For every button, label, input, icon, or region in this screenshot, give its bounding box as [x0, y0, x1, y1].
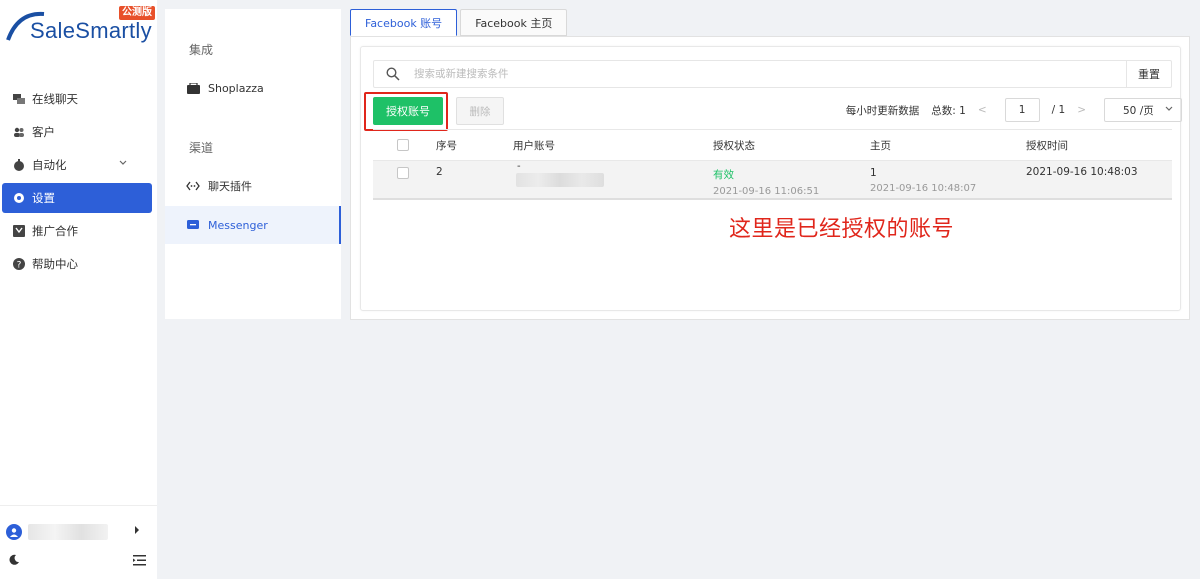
row-status: 有效 2021-09-16 11:06:51 [713, 167, 819, 197]
tab-facebook-account[interactable]: Facebook 账号 [350, 9, 458, 36]
next-page-button[interactable]: > [1077, 104, 1086, 116]
table-header: 序号 用户账号 授权状态 主页 授权时间 [373, 129, 1172, 161]
promotion-icon [13, 225, 25, 237]
nav-shoplazza[interactable]: Shoplazza [165, 69, 341, 107]
settings-icon [13, 192, 25, 204]
homepage-time: 2021-09-16 10:48:07 [870, 183, 977, 194]
account-table-card: 重置 授权账号 删除 每小时更新数据 总数: 1 < 1 / 1 > 50 /页… [360, 46, 1182, 311]
reset-button[interactable]: 重置 [1126, 61, 1171, 87]
nav-chat-plugin[interactable]: 聊天插件 [165, 167, 341, 205]
chevron-right-icon[interactable] [134, 526, 140, 534]
users-icon [13, 126, 25, 138]
row-account-prefix: - [517, 161, 521, 172]
section-channels: 渠道 [189, 141, 214, 155]
blurred-account [516, 173, 604, 187]
user-profile[interactable] [6, 522, 146, 542]
nav-messenger[interactable]: Messenger [165, 206, 341, 244]
nav-label: 推广合作 [32, 224, 78, 238]
nav-label: 聊天插件 [208, 180, 252, 193]
section-integrations: 集成 [189, 43, 214, 57]
nav-item-settings[interactable]: 设置 [2, 183, 152, 213]
header-homepage: 主页 [870, 140, 891, 152]
status-badge: 有效 [713, 169, 734, 181]
dark-mode-icon[interactable] [8, 554, 20, 566]
page-size-select[interactable]: 50 /页 [1104, 98, 1182, 122]
code-icon [186, 180, 200, 192]
page-size-value: 50 /页 [1123, 104, 1154, 117]
header-status: 授权状态 [713, 140, 755, 152]
sidebar: SaleSmartly 公测版 在线聊天 客户 自动化 设置 推广合作 ? 帮助… [0, 0, 157, 579]
svg-text:?: ? [17, 261, 22, 271]
search-icon [386, 67, 400, 81]
prev-page-button[interactable]: < [978, 104, 987, 116]
toolbar: 授权账号 删除 每小时更新数据 总数: 1 < 1 / 1 > 50 /页 [361, 89, 1182, 131]
select-all-checkbox[interactable] [397, 139, 409, 151]
homepage-count: 1 [870, 167, 877, 179]
tab-facebook-homepage[interactable]: Facebook 主页 [460, 9, 568, 36]
nav-label: 客户 [32, 125, 55, 139]
main-panel: 重置 授权账号 删除 每小时更新数据 总数: 1 < 1 / 1 > 50 /页… [350, 36, 1190, 320]
delete-button[interactable]: 删除 [456, 97, 504, 125]
page-total: / 1 [1051, 104, 1066, 116]
row-index: 2 [436, 166, 443, 178]
automation-icon [13, 159, 25, 171]
settings-nav-panel: 集成 Shoplazza 渠道 聊天插件 Messenger [165, 9, 341, 319]
header-auth-time: 授权时间 [1026, 140, 1068, 152]
beta-badge: 公测版 [119, 6, 155, 20]
chevron-down-icon [1165, 106, 1173, 111]
header-account: 用户账号 [513, 140, 555, 152]
logo[interactable]: SaleSmartly 公测版 [6, 6, 156, 46]
nav-item-help[interactable]: ? 帮助中心 [0, 249, 157, 279]
brand-name: SaleSmartly [30, 18, 152, 43]
authorize-account-button[interactable]: 授权账号 [373, 97, 443, 125]
nav-label: Shoplazza [208, 81, 264, 95]
nav-item-customers[interactable]: 客户 [0, 117, 157, 147]
nav-item-chat[interactable]: 在线聊天 [0, 84, 157, 114]
avatar [6, 524, 22, 540]
search-bar: 重置 [373, 60, 1172, 88]
nav-label: 帮助中心 [32, 257, 78, 271]
nav-label: 设置 [32, 191, 55, 205]
header-index: 序号 [436, 140, 457, 152]
nav-label: 自动化 [32, 158, 67, 172]
status-time: 2021-09-16 11:06:51 [713, 186, 820, 197]
shop-icon [186, 82, 200, 94]
main-nav: 在线聊天 客户 自动化 设置 推广合作 ? 帮助中心 [0, 84, 157, 282]
table-row[interactable]: 2 - 有效 2021-09-16 11:06:51 1 2021-09-16 … [373, 161, 1172, 200]
chevron-down-icon[interactable] [119, 160, 127, 166]
annotation-text: 这里是已经授权的账号 [729, 217, 955, 242]
messenger-icon [186, 219, 200, 231]
collapse-menu-icon[interactable] [133, 555, 146, 566]
help-icon: ? [13, 258, 25, 270]
page-number-input[interactable]: 1 [1004, 98, 1040, 122]
pagination: 每小时更新数据 总数: 1 < 1 / 1 > 50 /页 [846, 97, 1182, 123]
nav-label: 在线聊天 [32, 92, 78, 106]
nav-item-promotion[interactable]: 推广合作 [0, 216, 157, 246]
row-checkbox[interactable] [397, 167, 409, 179]
nav-item-automation[interactable]: 自动化 [0, 150, 157, 180]
chat-icon [13, 93, 25, 105]
row-auth-time: 2021-09-16 10:48:03 [1026, 166, 1138, 178]
nav-label: Messenger [208, 218, 268, 232]
refresh-note: 每小时更新数据 [845, 104, 920, 117]
row-homepage: 1 2021-09-16 10:48:07 [870, 167, 976, 194]
total-count: 总数: 1 [931, 104, 966, 117]
blurred-user-name [28, 524, 108, 540]
tab-bar: Facebook 账号 Facebook 主页 [350, 9, 570, 36]
sidebar-footer [0, 505, 157, 566]
search-input[interactable] [414, 68, 1114, 80]
